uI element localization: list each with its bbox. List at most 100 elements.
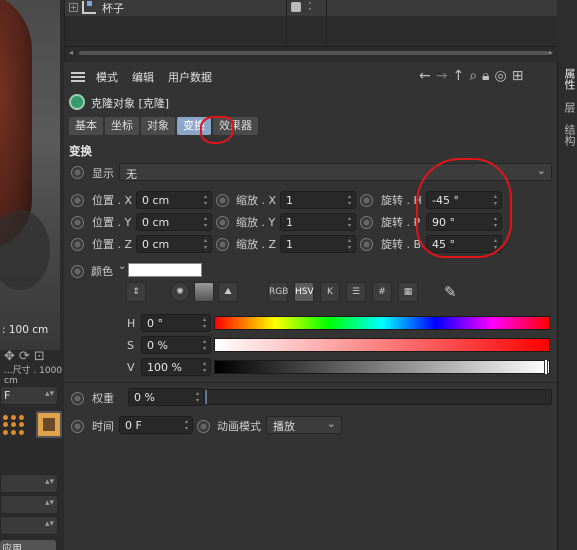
color-radio[interactable] xyxy=(71,265,84,278)
color-expand-icon[interactable]: ⌄ xyxy=(118,261,126,272)
saturation-slider[interactable] xyxy=(214,338,550,352)
scale-x-radio[interactable] xyxy=(216,194,229,207)
coord-readout: : 100 cm xyxy=(2,324,49,336)
eyedropper-icon[interactable]: ✎ xyxy=(444,283,457,301)
mixer-icon[interactable]: ☰ xyxy=(346,282,366,302)
arrow-left-icon[interactable]: ← xyxy=(419,68,431,84)
rot-p-label: 旋转 . P xyxy=(381,216,421,229)
scale-y-radio[interactable] xyxy=(216,216,229,229)
pos-x-radio[interactable] xyxy=(71,194,84,207)
object-name[interactable]: 杯子 xyxy=(102,0,124,16)
time-field[interactable]: 0 F ▴ ▾ xyxy=(119,416,193,434)
lock-icon[interactable]: 🔒︎ xyxy=(482,68,489,84)
hsv-mode-button[interactable]: HSV xyxy=(294,282,314,302)
scale-y-field[interactable]: 1 ▴ ▾ xyxy=(280,213,356,231)
time-radio[interactable] xyxy=(71,420,84,433)
tab-basic[interactable]: 基本 xyxy=(69,117,103,135)
color-picker-compress-icon[interactable]: ⇕ xyxy=(126,282,146,302)
side-tab-attributes[interactable]: 属性 xyxy=(561,68,577,90)
apply-button[interactable]: 应用 xyxy=(0,540,56,550)
anim-mode-dropdown[interactable]: 播放 ⌄ xyxy=(266,416,342,434)
attribute-manager: 模式 编辑 用户数据 ← → ↑ ⌕ 🔒︎ ◎ ⊞ 克隆对象 [克隆] 基本 坐… xyxy=(64,62,557,550)
annotation-circle-rotation xyxy=(416,158,512,258)
viewport-3d[interactable]: : 100 cm xyxy=(0,0,60,350)
rot-b-radio[interactable] xyxy=(360,238,373,251)
menu-icon[interactable] xyxy=(71,72,85,82)
pos-z-radio[interactable] xyxy=(71,238,84,251)
v-label: V xyxy=(127,361,135,374)
target-icon[interactable]: ◎ xyxy=(495,68,507,84)
attribute-menubar: 模式 编辑 用户数据 ← → ↑ ⌕ 🔒︎ ◎ ⊞ xyxy=(64,62,557,90)
chevron-down-icon: ⌄ xyxy=(536,164,546,177)
side-tab-structure[interactable]: 结构 xyxy=(561,124,577,146)
anim-mode-label: 动画模式 xyxy=(217,420,261,433)
display-animate-radio[interactable] xyxy=(71,166,84,179)
color-label: 颜色 xyxy=(91,265,113,278)
value-slider[interactable] xyxy=(214,360,550,374)
rot-p-radio[interactable] xyxy=(360,216,373,229)
pos-x-label: 位置 . X xyxy=(92,194,133,207)
scale-z-radio[interactable] xyxy=(216,238,229,251)
new-window-icon[interactable]: ⊞ xyxy=(512,68,524,84)
viewport-panel: : 100 cm ✥ ⟳ ⊡ ...尺寸 . 1000 cm F ▴▾ ▴▾ ▴▾… xyxy=(0,0,64,550)
rot-h-radio[interactable] xyxy=(360,194,373,207)
value-slider-handle[interactable] xyxy=(544,359,548,375)
s-field[interactable]: 0 % ▴ ▾ xyxy=(141,336,211,354)
scale-z-field[interactable]: 1 ▴ ▾ xyxy=(280,235,356,253)
tab-coord[interactable]: 坐标 xyxy=(105,117,139,135)
left-dropdown-2[interactable]: ▴▾ xyxy=(0,495,58,514)
pos-y-label: 位置 . Y xyxy=(92,216,132,229)
search-icon[interactable]: ⌕ xyxy=(469,68,477,84)
weight-label: 权重 xyxy=(92,392,114,405)
section-title: 变换 xyxy=(69,144,92,158)
s-label: S xyxy=(127,339,134,352)
color-wheel-icon[interactable]: ✺ xyxy=(170,282,190,302)
cloner-icon xyxy=(69,94,85,110)
rot-b-label: 旋转 . B xyxy=(381,238,422,251)
hue-slider[interactable] xyxy=(214,316,550,330)
scale-x-label: 缩放 . X xyxy=(236,194,277,207)
nav-icon-group: ← → ↑ ⌕ 🔒︎ ◎ ⊞ xyxy=(419,68,523,84)
h-label: H xyxy=(127,317,136,330)
pos-y-radio[interactable] xyxy=(71,216,84,229)
weight-slider[interactable] xyxy=(204,389,552,405)
color-swatch[interactable] xyxy=(128,263,202,277)
weight-field[interactable]: 0 % ▴ ▾ xyxy=(128,388,204,406)
horizontal-scrollbar[interactable] xyxy=(79,51,549,55)
keyframe-grid-icon[interactable] xyxy=(0,412,24,438)
menu-user-data[interactable]: 用户数据 xyxy=(168,69,212,85)
arrow-up-icon[interactable]: ↑ xyxy=(452,68,464,84)
pos-x-field[interactable]: 0 cm ▴ ▾ xyxy=(136,191,212,209)
tag-icon[interactable] xyxy=(291,2,301,12)
scroll-left-icon[interactable]: ◂ xyxy=(69,48,73,57)
color-tools-left: ⇕ xyxy=(126,282,146,302)
anim-mode-radio[interactable] xyxy=(197,420,210,433)
side-tab-layers[interactable]: 层 xyxy=(561,102,577,113)
weight-radio[interactable] xyxy=(71,392,84,405)
kelvin-mode-button[interactable]: K xyxy=(320,282,340,302)
image-picker-icon[interactable]: ⛰ xyxy=(218,282,238,302)
h-field[interactable]: 0 ° ▴ ▾ xyxy=(141,314,211,332)
menu-mode[interactable]: 模式 xyxy=(96,69,118,85)
object-manager: + 杯子 · · ◂ ▸ xyxy=(64,0,558,62)
annotation-circle-tab xyxy=(200,116,234,144)
visibility-dots-icon[interactable]: · · xyxy=(308,0,312,15)
pos-y-field[interactable]: 0 cm ▴ ▾ xyxy=(136,213,212,231)
object-row[interactable]: + 杯子 · · xyxy=(65,0,558,16)
scale-x-field[interactable]: 1 ▴ ▾ xyxy=(280,191,356,209)
menu-edit[interactable]: 编辑 xyxy=(132,69,154,85)
arrow-right-icon[interactable]: → xyxy=(436,68,448,84)
scroll-right-icon[interactable]: ▸ xyxy=(549,48,553,57)
swatches-grid-icon[interactable]: ▦ xyxy=(398,282,418,302)
tab-object[interactable]: 对象 xyxy=(141,117,175,135)
v-field[interactable]: 100 % ▴ ▾ xyxy=(141,358,211,376)
spectrum-icon[interactable] xyxy=(194,282,214,302)
left-dropdown-3[interactable]: ▴▾ xyxy=(0,516,58,535)
film-icon[interactable] xyxy=(36,411,62,438)
rgb-mode-button[interactable]: RGB xyxy=(268,282,288,302)
left-dropdown-1[interactable]: ▴▾ xyxy=(0,474,58,493)
pos-z-field[interactable]: 0 cm ▴ ▾ xyxy=(136,235,212,253)
hex-icon[interactable]: # xyxy=(372,282,392,302)
expand-icon[interactable]: + xyxy=(69,3,78,12)
frame-field[interactable]: F ▴▾ xyxy=(0,386,58,405)
